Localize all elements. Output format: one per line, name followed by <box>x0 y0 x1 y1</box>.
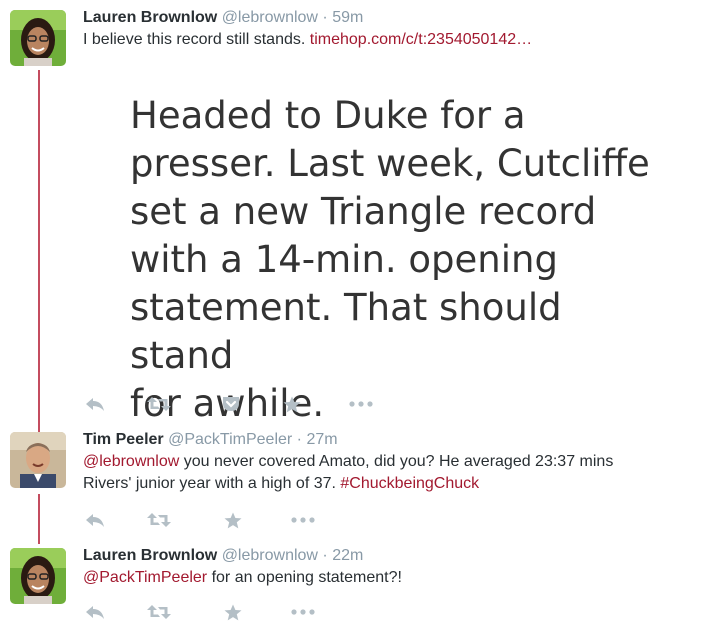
tweet-text: @PackTimPeeler for an opening statement?… <box>83 568 402 588</box>
retweet-icon <box>147 513 171 527</box>
tweet-text-body: for an opening statement?! <box>207 569 402 586</box>
favorite-icon <box>224 512 242 528</box>
separator: · <box>322 547 328 564</box>
tweet-header: Tim Peeler @PackTimPeeler · 27m <box>83 430 338 450</box>
retweet-button[interactable] <box>147 508 171 532</box>
more-options-button[interactable] <box>291 508 315 532</box>
avatar[interactable] <box>10 10 66 66</box>
thread-connector-line <box>38 494 40 544</box>
tweet-text: I believe this record still stands. time… <box>83 30 532 50</box>
separator: · <box>296 431 302 448</box>
display-name[interactable]: Lauren Brownlow <box>83 547 217 564</box>
more-icon <box>291 609 315 615</box>
tweet-link[interactable]: timehop.com/c/t:2354050142… <box>310 31 532 48</box>
tweet-text-body: you never covered Amato, did you? He ave… <box>179 453 614 470</box>
timestamp[interactable]: 59m <box>332 9 363 26</box>
favorite-icon <box>224 604 242 620</box>
timestamp[interactable]: 27m <box>306 431 337 448</box>
user-handle[interactable]: @PackTimPeeler <box>168 431 292 448</box>
reply-icon <box>86 606 104 619</box>
more-options-button[interactable] <box>291 600 315 624</box>
tweet-text-body: Rivers' junior year with a high of 37. <box>83 475 341 492</box>
reply-button[interactable] <box>83 508 107 532</box>
avatar[interactable] <box>10 432 66 488</box>
mention-link[interactable]: @PackTimPeeler <box>83 569 207 586</box>
tweet-header: Lauren Brownlow @lebrownlow · 22m <box>83 546 363 566</box>
user-handle[interactable]: @lebrownlow <box>222 547 318 564</box>
retweet-icon <box>147 397 171 411</box>
more-icon <box>291 517 315 523</box>
user-handle[interactable]: @lebrownlow <box>222 9 318 26</box>
reply-button[interactable] <box>83 392 107 416</box>
tweet-header: Lauren Brownlow @lebrownlow · 59m <box>83 8 363 28</box>
pocket-button[interactable] <box>219 392 243 416</box>
reply-icon <box>86 514 104 527</box>
display-name[interactable]: Tim Peeler <box>83 431 164 448</box>
more-options-button[interactable] <box>349 392 373 416</box>
retweet-button[interactable] <box>147 392 171 416</box>
favorite-button[interactable] <box>280 392 304 416</box>
favorite-button[interactable] <box>221 508 245 532</box>
tweet-text: @lebrownlow you never covered Amato, did… <box>83 452 613 494</box>
hashtag-link[interactable]: #ChuckbeingChuck <box>340 475 479 492</box>
reply-icon <box>86 398 104 411</box>
retweet-icon <box>147 605 171 619</box>
more-icon <box>349 401 373 407</box>
timestamp[interactable]: 22m <box>332 547 363 564</box>
tweet-text-body: I believe this record still stands. <box>83 31 310 48</box>
reply-button[interactable] <box>83 600 107 624</box>
media-image-text: Headed to Duke for a presser. Last week,… <box>130 94 650 425</box>
thread-connector-line <box>38 70 40 432</box>
pocket-icon <box>223 397 239 411</box>
favorite-icon <box>283 396 301 412</box>
favorite-button[interactable] <box>221 600 245 624</box>
mention-link[interactable]: @lebrownlow <box>83 453 179 470</box>
tweet-media-image[interactable]: Headed to Duke for a presser. Last week,… <box>83 70 683 425</box>
retweet-button[interactable] <box>147 600 171 624</box>
display-name[interactable]: Lauren Brownlow <box>83 9 217 26</box>
avatar[interactable] <box>10 548 66 604</box>
separator: · <box>322 9 328 26</box>
